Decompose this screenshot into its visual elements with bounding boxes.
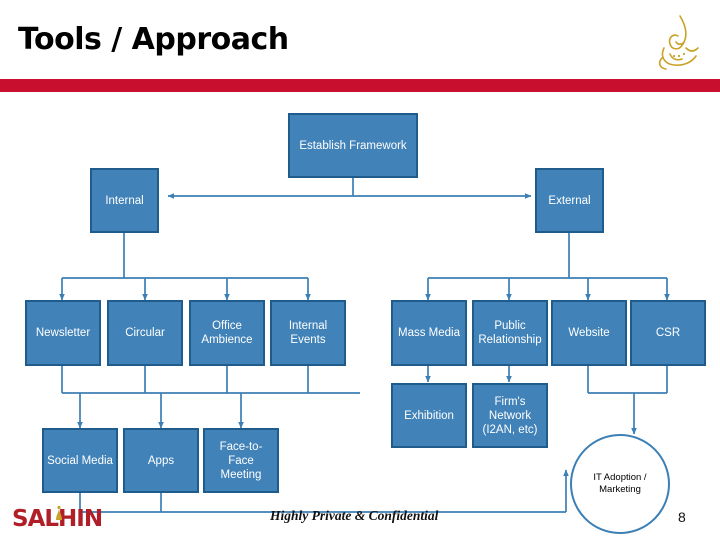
confidentiality-note: Highly Private & Confidential bbox=[270, 508, 439, 523]
node-label: Internal bbox=[105, 194, 144, 207]
node-internal-events[interactable]: Internal Events bbox=[270, 300, 346, 366]
node-label: Establish Framework bbox=[299, 139, 407, 152]
node-public-relationship[interactable]: Public Relationship bbox=[472, 300, 548, 366]
node-label: Exhibition bbox=[404, 409, 454, 422]
node-label: Face-to-Face Meeting bbox=[219, 440, 263, 481]
node-label: Firm's Network (I2AN, etc) bbox=[482, 395, 538, 436]
salhin-logo: SALHIN bbox=[12, 505, 103, 532]
node-face-to-face-meeting[interactable]: Face-to-Face Meeting bbox=[203, 428, 279, 493]
node-external[interactable]: External bbox=[535, 168, 604, 233]
page-number: 8 bbox=[678, 509, 686, 525]
node-label: Public Relationship bbox=[478, 320, 542, 346]
node-exhibition[interactable]: Exhibition bbox=[391, 383, 467, 448]
node-label: Internal Events bbox=[288, 320, 328, 346]
node-label: IT Adoption / Marketing bbox=[593, 472, 647, 495]
node-mass-media[interactable]: Mass Media bbox=[391, 300, 467, 366]
node-website[interactable]: Website bbox=[551, 300, 627, 366]
node-label: Apps bbox=[147, 454, 175, 467]
node-it-adoption-marketing[interactable]: IT Adoption / Marketing bbox=[570, 434, 670, 534]
node-csr[interactable]: CSR bbox=[630, 300, 706, 366]
node-newsletter[interactable]: Newsletter bbox=[25, 300, 101, 366]
node-firms-network[interactable]: Firm's Network (I2AN, etc) bbox=[472, 383, 548, 448]
slide-canvas: Tools / Approach Establish Framework Int… bbox=[0, 0, 720, 540]
node-label: Social Media bbox=[47, 454, 113, 467]
node-social-media[interactable]: Social Media bbox=[42, 428, 118, 493]
node-label: Newsletter bbox=[35, 327, 91, 339]
node-label: Circular bbox=[125, 327, 165, 339]
node-circular[interactable]: Circular bbox=[107, 300, 183, 366]
node-label: Office Ambience bbox=[201, 320, 253, 346]
node-internal[interactable]: Internal bbox=[90, 168, 159, 233]
node-label: External bbox=[548, 194, 591, 207]
node-label: CSR bbox=[655, 327, 681, 339]
node-apps[interactable]: Apps bbox=[123, 428, 199, 493]
node-label: Website bbox=[568, 327, 610, 339]
node-office-ambience[interactable]: Office Ambience bbox=[189, 300, 265, 366]
node-label: Mass Media bbox=[398, 327, 460, 339]
node-establish-framework[interactable]: Establish Framework bbox=[288, 113, 418, 178]
